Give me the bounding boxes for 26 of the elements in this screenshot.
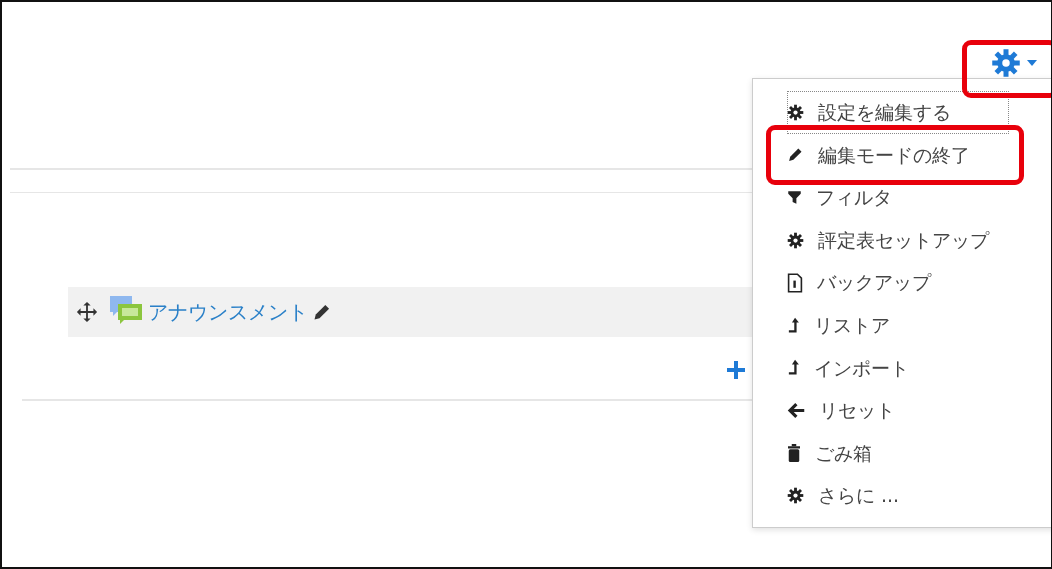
gear-icon: [787, 231, 804, 249]
menu-item[interactable]: インポート: [753, 346, 1051, 390]
menu-item[interactable]: バックアップ: [753, 261, 1051, 304]
filter-icon: [787, 190, 802, 205]
pencil-icon: [787, 146, 804, 164]
activity-link[interactable]: アナウンスメント: [148, 297, 308, 327]
upload-icon: [787, 316, 800, 334]
menu-item[interactable]: さらに ...: [753, 474, 1051, 517]
move-icon: [76, 301, 98, 323]
upload-icon: [787, 359, 800, 377]
menu-item[interactable]: 評定表セットアップ: [753, 218, 1051, 262]
file-icon: [787, 272, 803, 293]
arrow-left-icon: [787, 401, 805, 419]
menu-item[interactable]: ごみ箱: [753, 431, 1051, 475]
trash-icon: [787, 444, 801, 463]
gear-icon: [787, 487, 804, 505]
menu-item[interactable]: 編集モードの終了: [753, 133, 1051, 177]
gear-icon: [787, 103, 804, 121]
add-icon[interactable]: [727, 361, 745, 379]
menu-item[interactable]: リストア: [753, 303, 1051, 347]
caret-icon: [1027, 60, 1037, 66]
menu-item[interactable]: フィルタ: [753, 176, 1051, 219]
edit-icon: [312, 302, 332, 322]
settings-button[interactable]: [991, 48, 1037, 78]
menu-item[interactable]: 設定を編集する: [787, 91, 1009, 134]
menu-item[interactable]: リセット: [753, 389, 1051, 432]
